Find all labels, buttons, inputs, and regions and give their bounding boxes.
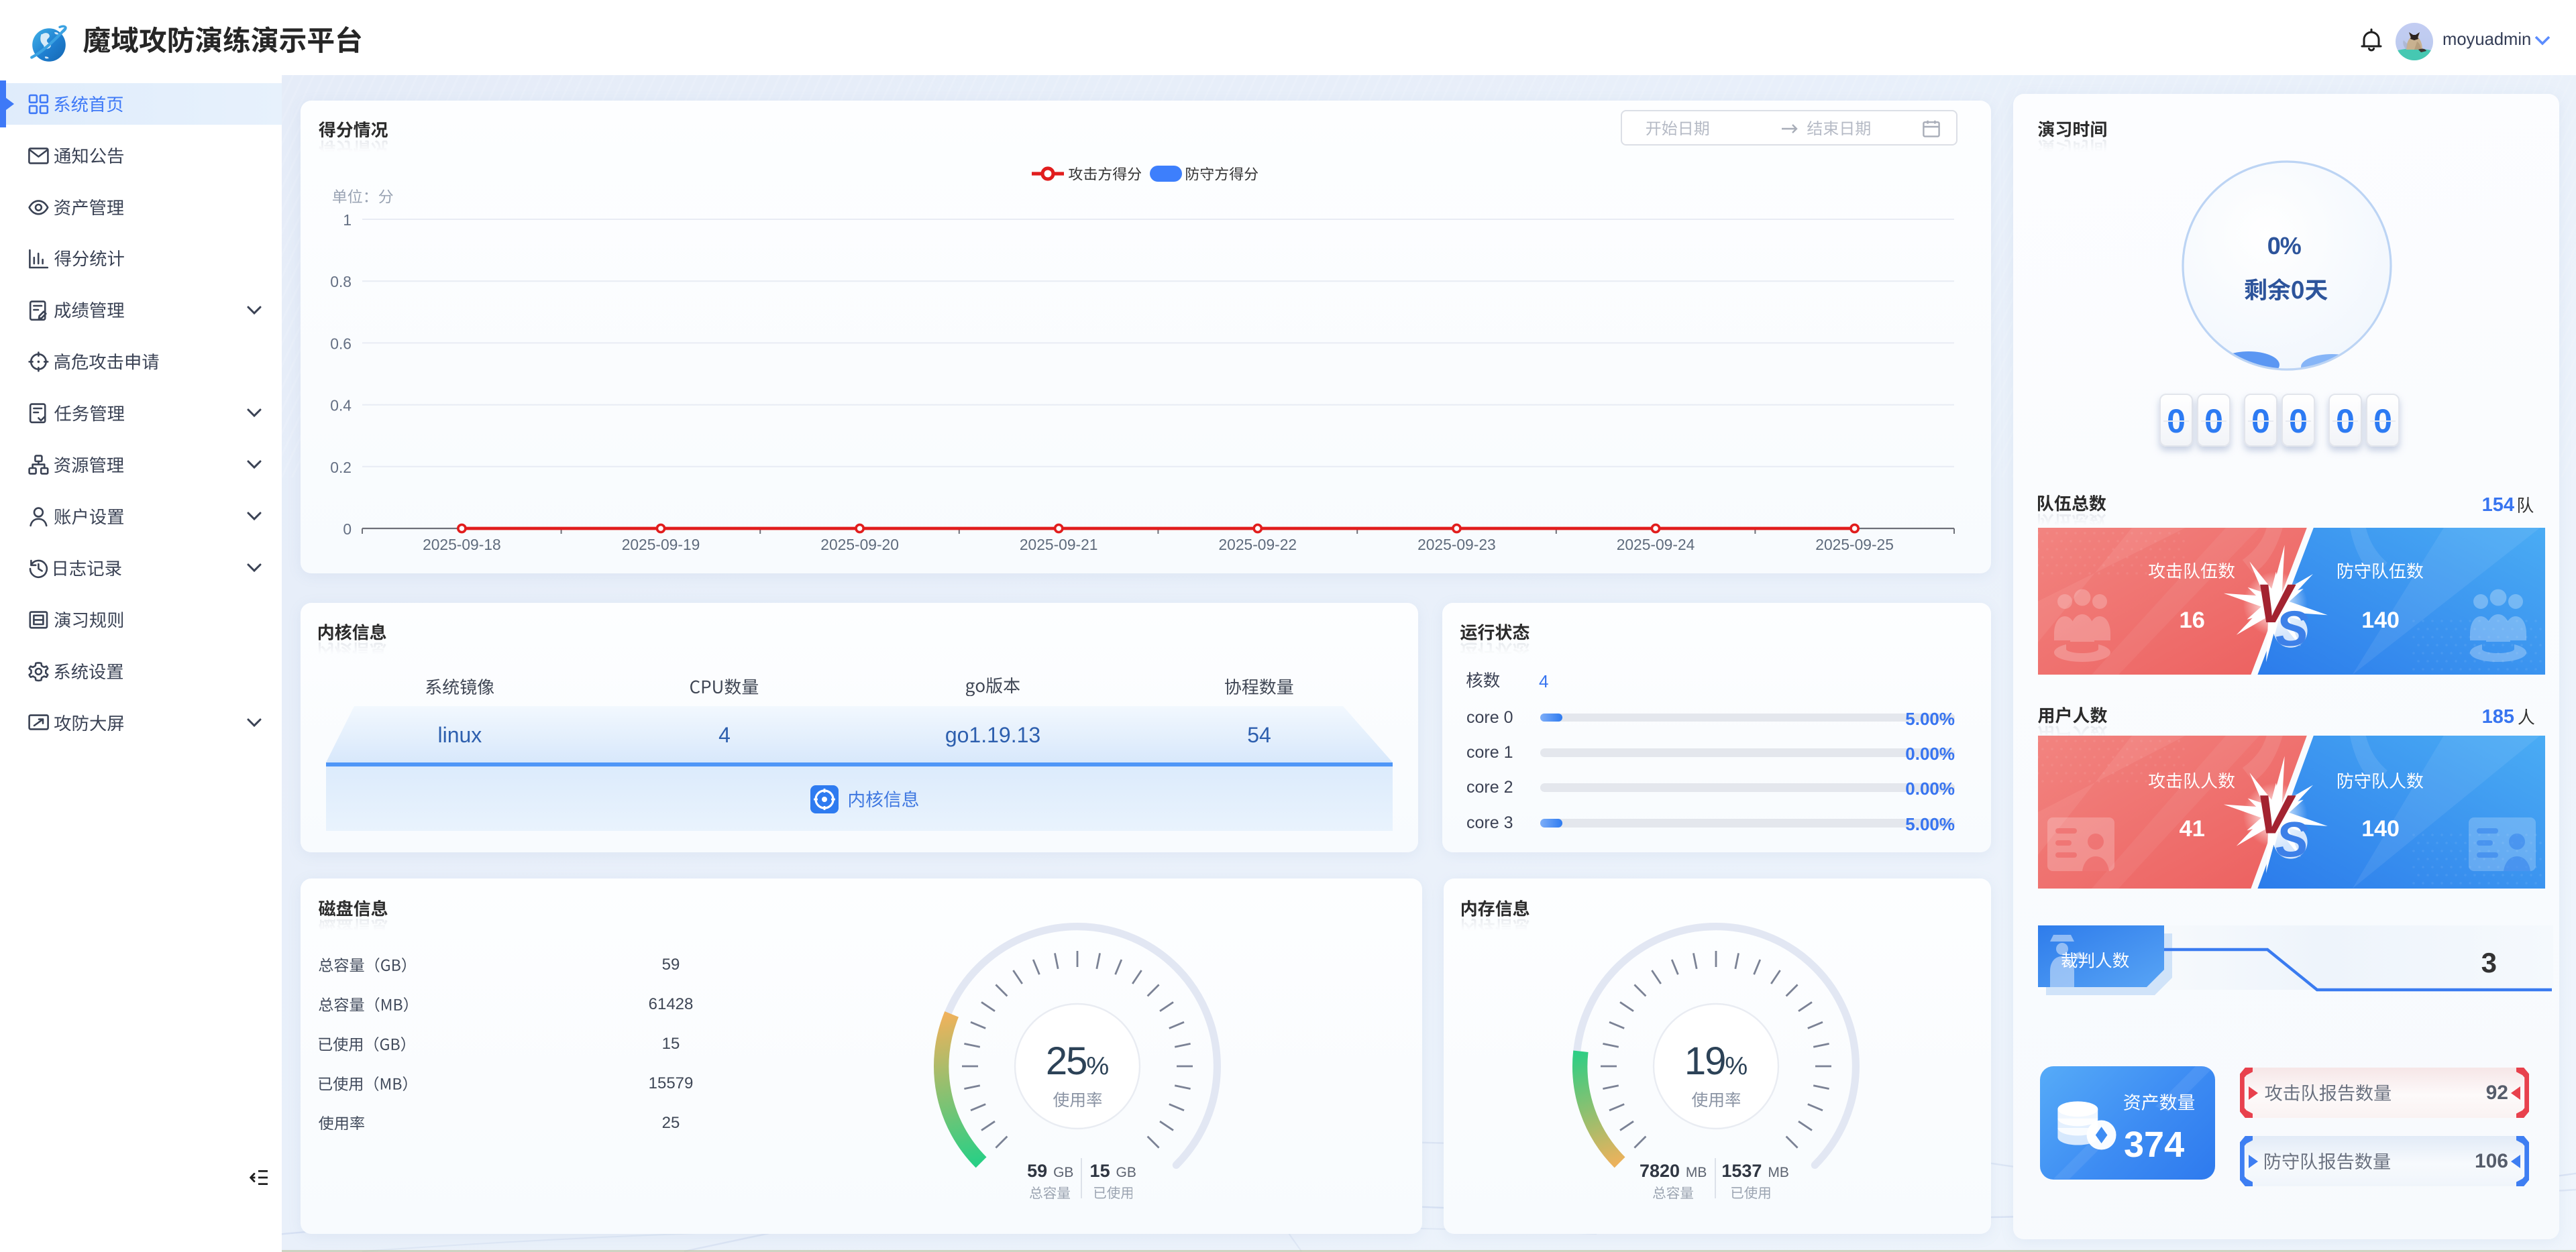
svg-text:1: 1 [343, 211, 352, 229]
svg-text:0.4: 0.4 [330, 397, 352, 414]
svg-text:S: S [2275, 812, 2308, 868]
svg-text:0.8: 0.8 [330, 273, 352, 290]
svg-text:0: 0 [343, 520, 352, 538]
svg-text:2025-09-19: 2025-09-19 [622, 536, 700, 553]
svg-text:2025-09-23: 2025-09-23 [1417, 536, 1496, 553]
svg-text:2025-09-24: 2025-09-24 [1617, 536, 1695, 553]
svg-text:2025-09-18: 2025-09-18 [423, 536, 501, 553]
svg-text:2025-09-21: 2025-09-21 [1020, 536, 1098, 553]
svg-text:2025-09-20: 2025-09-20 [820, 536, 899, 553]
svg-text:2025-09-22: 2025-09-22 [1218, 536, 1297, 553]
svg-text:0.2: 0.2 [330, 459, 352, 476]
svg-text:S: S [2275, 601, 2308, 657]
svg-text:0.6: 0.6 [330, 335, 352, 352]
svg-text:2025-09-25: 2025-09-25 [1815, 536, 1894, 553]
